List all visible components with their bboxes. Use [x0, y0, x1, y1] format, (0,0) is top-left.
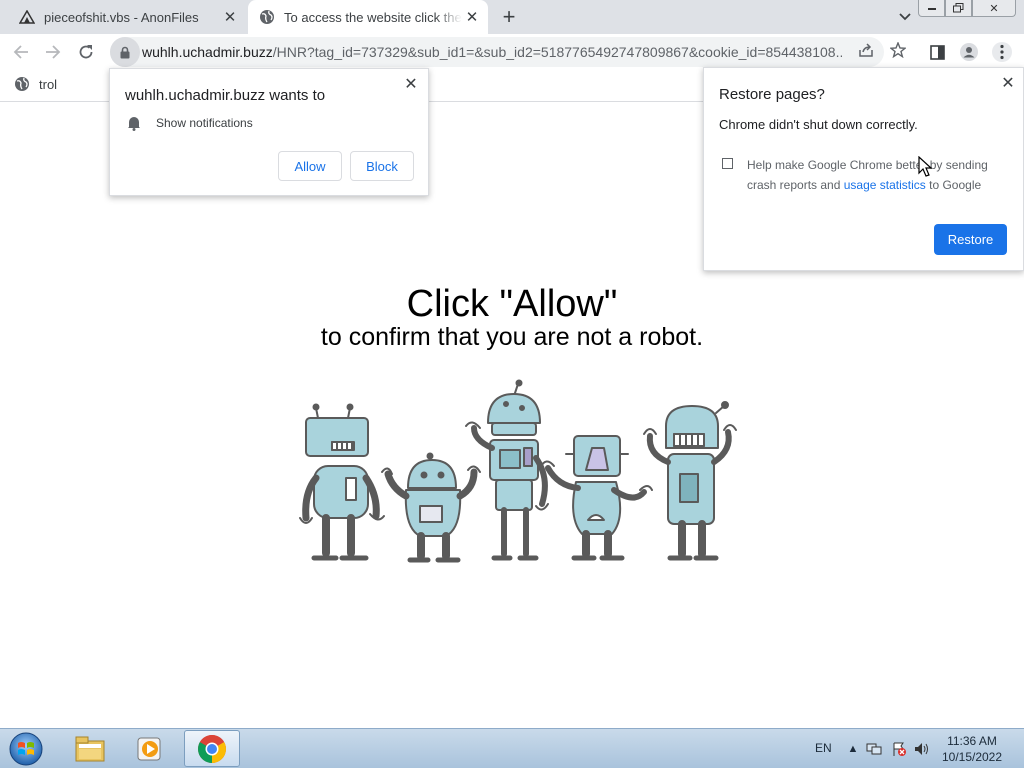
windows-taskbar: EN ▲ 11:36 AM 10/15/2022 — [0, 728, 1024, 768]
permission-label: Show notifications — [156, 116, 253, 130]
restore-button[interactable]: Restore — [934, 224, 1007, 255]
language-indicator[interactable]: EN — [815, 741, 832, 755]
profile-avatar-icon[interactable] — [959, 42, 979, 62]
restore-window-icon[interactable] — [945, 0, 972, 17]
restore-title: Restore pages? — [719, 86, 825, 103]
page-headline: Click "Allow" — [406, 283, 618, 325]
bookmark-trol[interactable]: trol — [14, 76, 57, 92]
clock-time: 11:36 AM — [947, 734, 997, 748]
crash-reports-checkbox[interactable] — [722, 158, 733, 169]
page-subline: to confirm that you are not a robot. — [320, 323, 704, 351]
lock-icon[interactable] — [110, 37, 140, 67]
allow-button[interactable]: Allow — [278, 151, 342, 181]
robot-1 — [299, 403, 385, 561]
robot-2 — [381, 452, 481, 563]
tab-strip: pieceofshit.vbs - AnonFiles ✕ To access … — [0, 0, 1024, 34]
bookmark-label: trol — [39, 76, 58, 92]
tab-anonfiles[interactable]: pieceofshit.vbs - AnonFiles ✕ — [8, 0, 246, 34]
url-text: wuhlh.uchadmir.buzz/HNR?tag_id=737329&su… — [142, 44, 842, 60]
robot-5 — [643, 401, 737, 561]
clock-date: 10/15/2022 — [941, 750, 1003, 764]
close-tab-icon[interactable]: ✕ — [220, 7, 240, 27]
browser-toolbar: wuhlh.uchadmir.buzz/HNR?tag_id=737329&su… — [0, 34, 1024, 70]
side-panel-icon[interactable] — [927, 42, 947, 62]
taskbar-clock[interactable]: 11:36 AM 10/15/2022 — [932, 733, 1012, 765]
taskbar-explorer-icon[interactable] — [62, 730, 118, 767]
new-tab-button[interactable]: + — [497, 4, 521, 29]
star-icon[interactable] — [888, 40, 908, 60]
globe-icon — [258, 8, 276, 26]
close-window-icon[interactable]: ✕ — [972, 0, 1016, 17]
back-arrow-icon[interactable] — [8, 39, 34, 65]
kebab-menu-icon[interactable] — [992, 42, 1012, 62]
tab-title: pieceofshit.vbs - AnonFiles — [44, 9, 199, 25]
anonfiles-icon — [18, 8, 36, 26]
forward-arrow-icon[interactable] — [40, 39, 66, 65]
restore-message: Chrome didn't shut down correctly. — [719, 117, 918, 132]
close-tab-icon[interactable]: ✕ — [462, 7, 482, 27]
close-icon[interactable]: ✕ — [999, 74, 1017, 92]
chevron-down-icon[interactable] — [895, 8, 915, 26]
taskbar-chrome-icon[interactable] — [184, 730, 240, 767]
bell-icon — [128, 117, 140, 131]
action-center-flag-icon[interactable] — [891, 741, 907, 757]
crash-reports-label: Help make Google Chrome better by sendin… — [747, 158, 988, 192]
taskbar-media-player-icon[interactable] — [122, 730, 178, 767]
network-icon[interactable] — [866, 741, 882, 757]
robots-illustration — [299, 379, 737, 563]
robot-4 — [539, 435, 653, 561]
mouse-cursor-icon — [918, 156, 932, 177]
prompt-title: wuhlh.uchadmir.buzz wants to — [125, 87, 326, 104]
restore-pages-bubble: Restore pages? ✕ Chrome didn't shut down… — [703, 67, 1024, 271]
close-icon[interactable]: ✕ — [402, 75, 420, 93]
windows-start-icon[interactable] — [6, 731, 46, 767]
usage-statistics-link[interactable]: usage statistics — [844, 178, 926, 192]
address-bar[interactable]: wuhlh.uchadmir.buzz/HNR?tag_id=737329&su… — [110, 37, 884, 67]
globe-icon — [15, 77, 29, 91]
reload-icon[interactable] — [73, 39, 99, 65]
window-controls: ✕ — [918, 0, 1016, 17]
tab-title: To access the website click the "Allow" — [284, 9, 462, 25]
show-hidden-icons-icon[interactable]: ▲ — [845, 741, 861, 757]
notification-permission-prompt: wuhlh.uchadmir.buzz wants to ✕ Show noti… — [109, 68, 429, 196]
tab-active[interactable]: To access the website click the "Allow" … — [248, 0, 488, 34]
volume-icon[interactable] — [914, 741, 930, 757]
minimize-icon[interactable] — [918, 0, 945, 17]
share-icon[interactable] — [856, 40, 876, 60]
permission-row: Show notifications — [127, 115, 253, 131]
block-button[interactable]: Block — [350, 151, 414, 181]
